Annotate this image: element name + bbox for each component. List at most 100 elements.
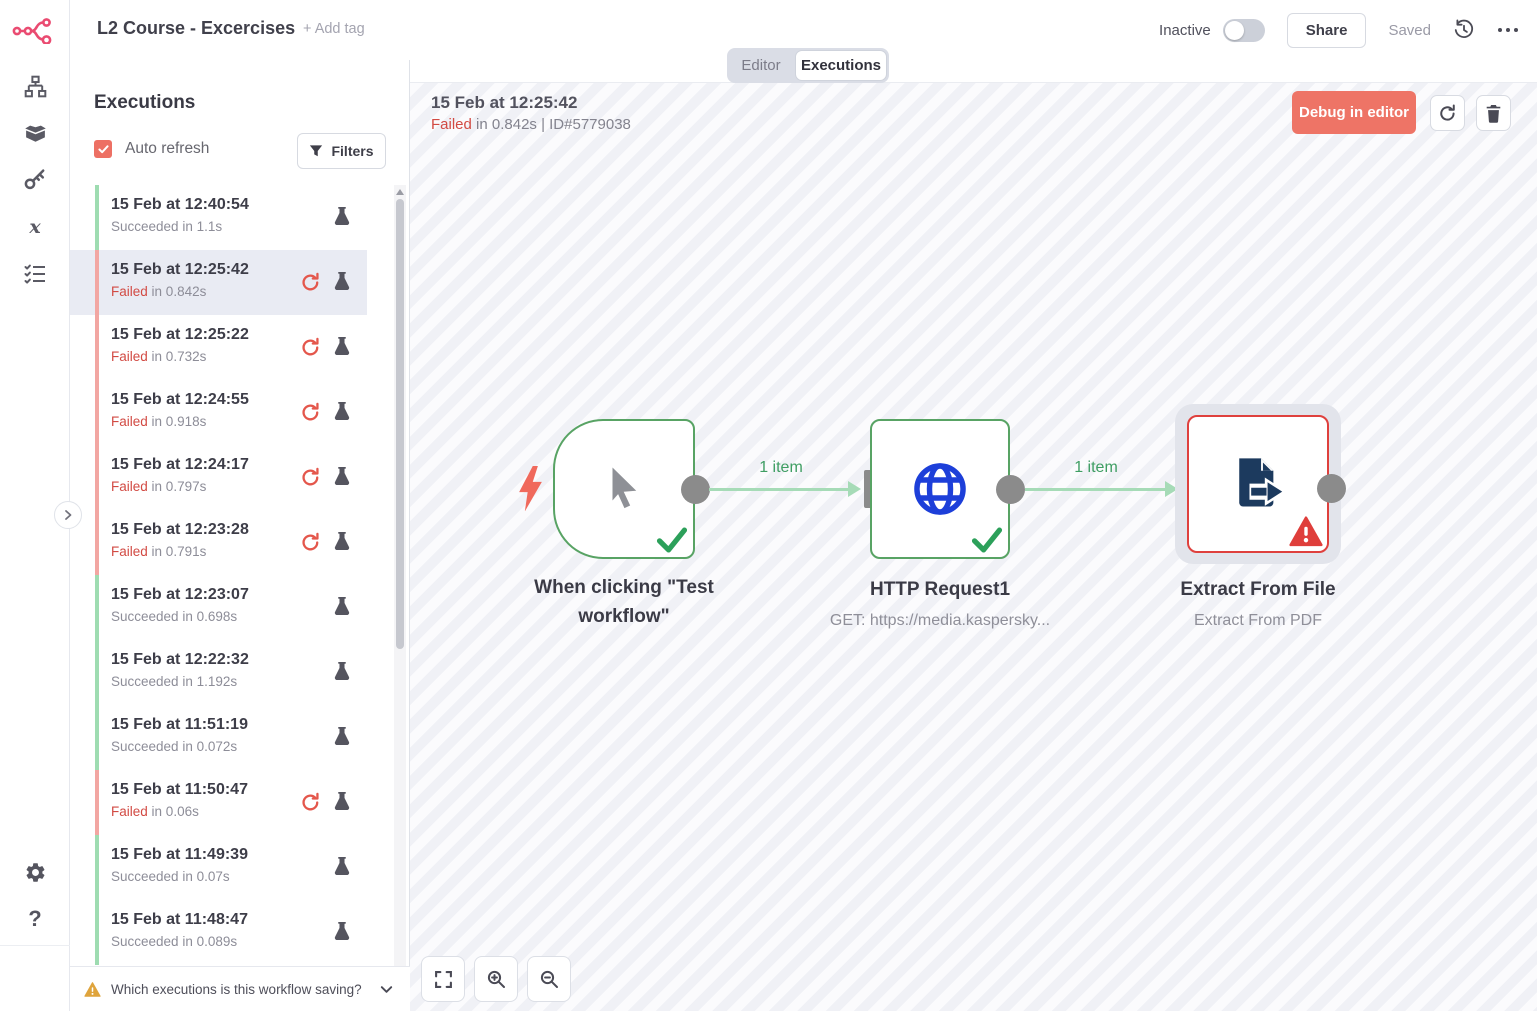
sidebar-item-credentials[interactable] (0, 162, 70, 196)
sidebar-item-executions[interactable] (0, 257, 70, 291)
retry-icon (300, 272, 321, 293)
saving-info-footer[interactable]: Which executions is this workflow saving… (70, 966, 410, 1011)
retry-execution-icon[interactable] (300, 337, 322, 359)
node-when-clicking-test-workflow[interactable] (553, 419, 695, 559)
funnel-icon (309, 144, 323, 158)
zoom-in-button[interactable] (474, 956, 518, 1002)
toggle-knob (1225, 21, 1244, 40)
more-options-icon[interactable] (1497, 26, 1519, 34)
templates-icon (23, 120, 48, 145)
share-button[interactable]: Share (1287, 13, 1367, 48)
sidebar-item-templates[interactable] (0, 115, 70, 149)
history-icon[interactable] (1453, 19, 1475, 41)
retry-icon (300, 467, 321, 488)
active-toggle[interactable] (1223, 19, 1265, 42)
sidebar-divider (0, 945, 70, 946)
execution-status-word: Succeeded (111, 219, 179, 234)
execution-duration: in 0.07s (182, 869, 229, 884)
executions-scrollbar[interactable] (394, 185, 406, 1011)
node-selection-halo[interactable] (1175, 404, 1341, 564)
sidebar-item-help[interactable]: ? (0, 902, 70, 936)
status-color-bar (95, 770, 99, 835)
zoom-out-button[interactable] (527, 956, 571, 1002)
execution-list-item[interactable]: 15 Feb at 12:24:55Failed in 0.918s (70, 380, 367, 445)
credentials-key-icon (23, 167, 47, 191)
add-tag-button[interactable]: + Add tag (303, 21, 365, 37)
svg-text:x: x (28, 216, 41, 238)
filters-button[interactable]: Filters (297, 133, 386, 169)
n8n-logo[interactable] (0, 0, 70, 60)
retry-execution-icon[interactable] (300, 532, 322, 554)
manual-execution-indicator (333, 921, 355, 943)
workflow-title[interactable]: L2 Course - Excercises (97, 18, 295, 39)
execution-list-item[interactable]: 15 Feb at 11:49:39Succeeded in 0.07s (70, 835, 367, 900)
retry-execution-button[interactable] (1430, 95, 1465, 131)
zoom-to-fit-button[interactable] (421, 956, 465, 1002)
scrollbar-thumb[interactable] (396, 199, 404, 649)
execution-list-item[interactable]: 15 Feb at 12:25:42Failed in 0.842s (70, 250, 367, 315)
node-1-label: When clicking "Test workflow" (494, 573, 754, 631)
retry-execution-icon[interactable] (300, 272, 322, 294)
execution-list-item[interactable]: 15 Feb at 12:22:32Succeeded in 1.192s (70, 640, 367, 705)
node-3-name: Extract From File (1128, 575, 1388, 604)
node-extract-from-file[interactable] (1187, 415, 1329, 553)
execution-time: 15 Feb at 11:51:19 (111, 716, 248, 734)
n8n-logo-icon (12, 16, 58, 44)
connection-line-1[interactable] (709, 488, 855, 491)
execution-time: 15 Feb at 12:25:42 (111, 261, 249, 279)
execution-status: Succeeded in 1.1s (111, 219, 249, 234)
collapse-panel-button[interactable] (54, 501, 82, 529)
status-color-bar (95, 575, 99, 640)
execution-duration: in 0.842s (152, 284, 207, 299)
execution-status: Succeeded in 0.07s (111, 869, 248, 884)
execution-list-item[interactable]: 15 Feb at 12:25:22Failed in 0.732s (70, 315, 367, 380)
scroll-up-arrow[interactable] (396, 189, 404, 195)
manual-flask-icon (333, 466, 351, 486)
chevron-right-icon (62, 509, 74, 521)
execution-list-item[interactable]: 15 Feb at 11:48:47Succeeded in 0.089s (70, 900, 367, 965)
retry-execution-icon[interactable] (300, 467, 322, 489)
success-check-icon (970, 525, 1004, 554)
node-2-label: HTTP Request1 GET: https://media.kaspers… (810, 575, 1070, 635)
debug-in-editor-button[interactable]: Debug in editor (1292, 91, 1416, 134)
execution-list-item[interactable]: 15 Feb at 11:51:19Succeeded in 0.072s (70, 705, 367, 770)
workflow-canvas[interactable]: 15 Feb at 12:25:42 Failed in 0.842s | ID… (410, 82, 1537, 1011)
trash-icon (1485, 104, 1502, 123)
execution-list-item[interactable]: 15 Feb at 12:23:28Failed in 0.791s (70, 510, 367, 575)
execution-duration: in 0.089s (182, 934, 237, 949)
node-1-output-connector[interactable] (681, 475, 710, 504)
auto-refresh-checkbox[interactable]: Auto refresh (94, 140, 209, 158)
sidebar-item-workflows[interactable] (0, 69, 70, 103)
delete-execution-button[interactable] (1476, 95, 1511, 131)
execution-status: Failed in 0.791s (111, 544, 249, 559)
node-3-output-connector[interactable] (1317, 474, 1346, 503)
execution-header-status: Failed (431, 116, 472, 133)
execution-time: 15 Feb at 12:22:32 (111, 651, 249, 669)
execution-list-item[interactable]: 15 Feb at 12:24:17Failed in 0.797s (70, 445, 367, 510)
tab-editor[interactable]: Editor (727, 57, 795, 74)
node-1-name: When clicking "Test workflow" (504, 573, 744, 631)
status-color-bar (95, 640, 99, 705)
execution-list-item[interactable]: 15 Feb at 12:40:54Succeeded in 1.1s (70, 185, 367, 250)
execution-status: Failed in 0.918s (111, 414, 249, 429)
inactive-label: Inactive (1159, 22, 1211, 39)
retry-icon (300, 792, 321, 813)
sidebar-item-settings[interactable] (0, 855, 70, 889)
trigger-bolt-icon (518, 466, 543, 511)
execution-status-word: Succeeded (111, 869, 179, 884)
retry-execution-icon[interactable] (300, 792, 322, 814)
node-2-output-connector[interactable] (996, 475, 1025, 504)
execution-list-item[interactable]: 15 Feb at 11:50:47Failed in 0.06s (70, 770, 367, 835)
tab-executions[interactable]: Executions (795, 50, 887, 81)
retry-execution-icon[interactable] (300, 402, 322, 424)
execution-list-item[interactable]: 15 Feb at 12:23:07Succeeded in 0.698s (70, 575, 367, 640)
checkbox-checked-icon (94, 140, 112, 158)
manual-execution-indicator (333, 531, 355, 553)
execution-status-word: Failed (111, 544, 148, 559)
node-http-request1[interactable] (870, 419, 1010, 559)
sidebar-item-variables[interactable]: x (0, 210, 70, 244)
manual-execution-indicator (333, 661, 355, 683)
zoom-in-icon (486, 969, 506, 989)
execution-time: 15 Feb at 12:24:17 (111, 456, 249, 474)
connection-line-2[interactable] (1025, 488, 1172, 491)
